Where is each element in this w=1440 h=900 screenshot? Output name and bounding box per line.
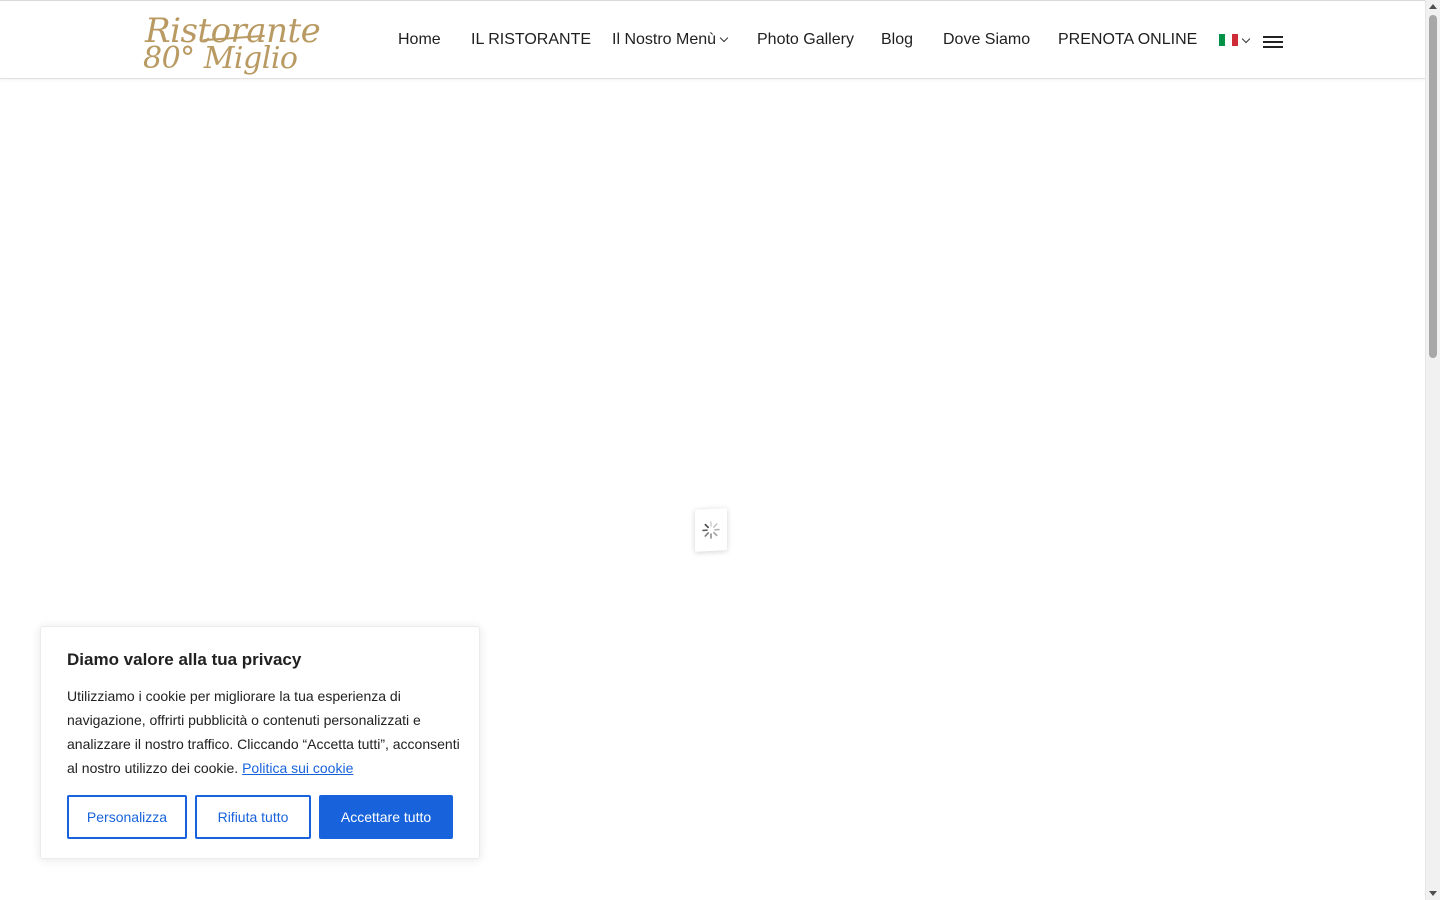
scroll-down-arrow-icon[interactable] <box>1429 891 1437 896</box>
nav-il-ristorante[interactable]: IL RISTORANTE <box>471 31 591 49</box>
language-chevron-down-icon[interactable] <box>1241 34 1251 44</box>
logo-line-2: 80° Miglio <box>143 41 298 76</box>
nav-prenota-online[interactable]: PRENOTA ONLINE <box>1058 31 1197 49</box>
vertical-scrollbar[interactable] <box>1425 0 1440 900</box>
nav-il-nostro-menu-label: Il Nostro Menù <box>612 31 717 48</box>
spinner-icon <box>702 521 720 539</box>
hamburger-icon[interactable] <box>1263 36 1283 50</box>
chevron-down-icon <box>719 33 729 43</box>
nav-dove-siamo[interactable]: Dove Siamo <box>943 31 1030 49</box>
nav-photo-gallery[interactable]: Photo Gallery <box>757 31 854 49</box>
cookie-policy-link[interactable]: Politica sui cookie <box>242 760 353 776</box>
scrollbar-thumb[interactable] <box>1429 15 1437 358</box>
customize-button[interactable]: Personalizza <box>67 795 187 839</box>
nav-blog[interactable]: Blog <box>881 31 913 49</box>
reject-all-button[interactable]: Rifiuta tutto <box>195 795 311 839</box>
scroll-up-arrow-icon[interactable] <box>1429 4 1437 9</box>
cookie-consent-banner: Diamo valore alla tua privacy Utilizziam… <box>40 626 480 859</box>
site-logo[interactable]: Ristorante 80° Miglio <box>143 11 321 77</box>
page-loader <box>695 508 727 552</box>
cookie-banner-title: Diamo valore alla tua privacy <box>67 650 302 669</box>
nav-home[interactable]: Home <box>398 31 441 49</box>
nav-il-nostro-menu[interactable]: Il Nostro Menù <box>612 31 729 49</box>
site-header: Ristorante 80° Miglio Home IL RISTORANTE… <box>0 0 1425 79</box>
accept-all-button[interactable]: Accettare tutto <box>319 795 453 839</box>
cookie-banner-text: Utilizziamo i cookie per migliorare la t… <box>67 684 462 780</box>
italy-flag-icon[interactable] <box>1219 34 1238 46</box>
page: Ristorante 80° Miglio Home IL RISTORANTE… <box>0 0 1425 900</box>
